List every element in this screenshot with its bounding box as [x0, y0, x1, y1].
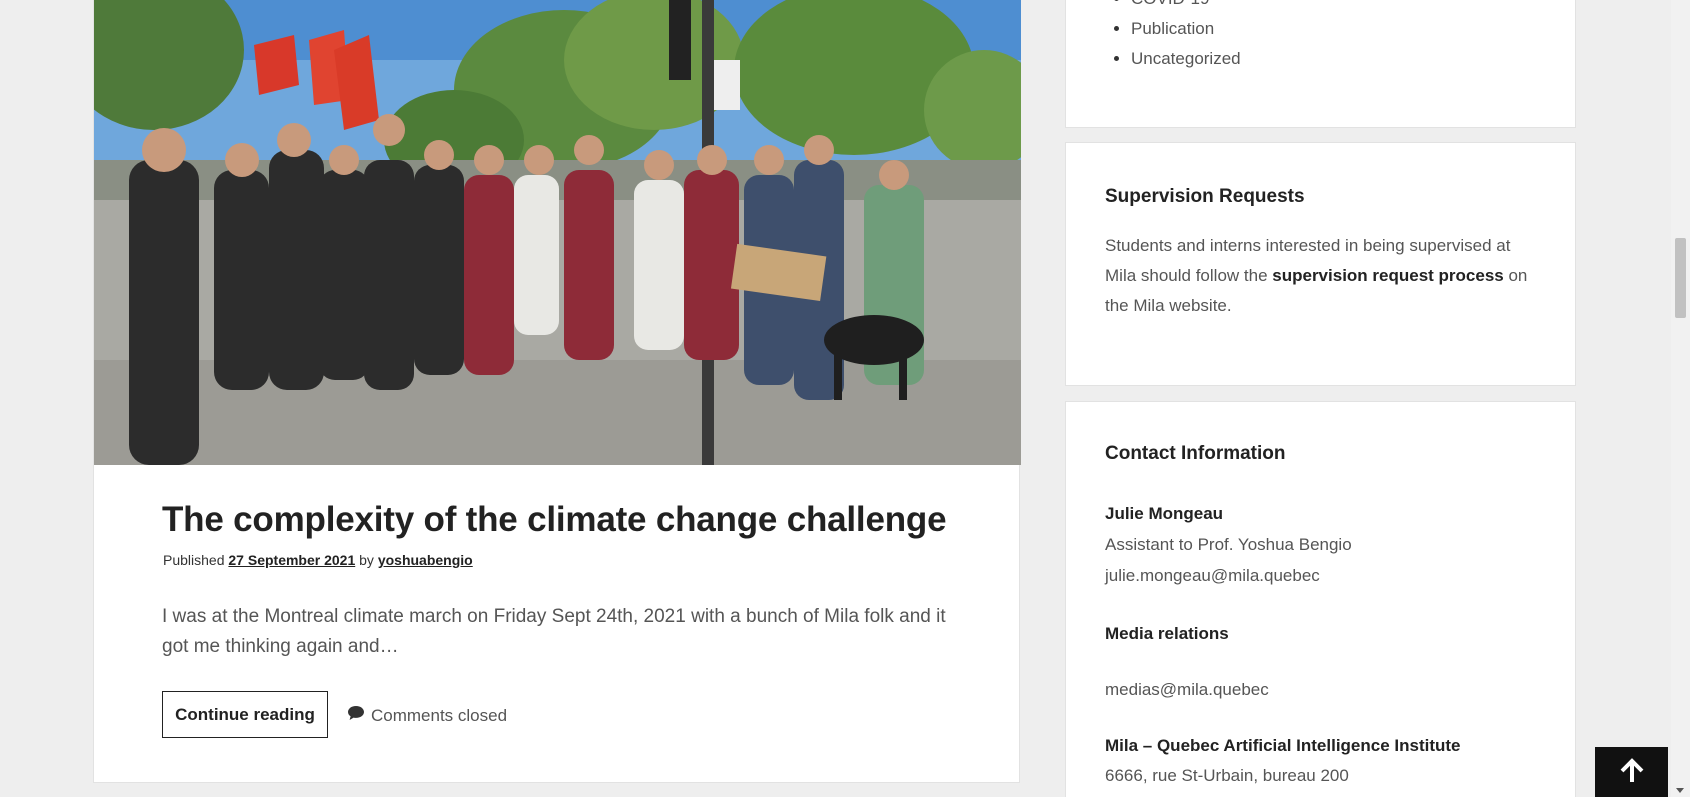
contact-role: Assistant to Prof. Yoshua Bengio: [1105, 535, 1352, 554]
institute-address: 6666, rue St-Urbain, bureau 200: [1105, 766, 1349, 785]
contact-widget: Contact Information Julie Mongeau Assist…: [1065, 401, 1576, 797]
speech-bubble-icon: [347, 705, 365, 726]
continue-reading-button[interactable]: Continue reading: [162, 691, 328, 738]
by-label: by: [359, 552, 374, 568]
author-link[interactable]: yoshuabengio: [378, 552, 473, 568]
categories-widget: COVID-19 Publication Uncategorized: [1065, 0, 1576, 128]
institute-name: Mila – Quebec Artificial Intelligence In…: [1105, 736, 1461, 755]
back-to-top-button[interactable]: [1595, 747, 1668, 797]
scrollbar-thumb[interactable]: [1675, 238, 1686, 318]
category-list: COVID-19 Publication Uncategorized: [1066, 0, 1241, 74]
arrow-up-icon: [1619, 757, 1645, 787]
page-scrollbar[interactable]: [1671, 0, 1690, 797]
page: The complexity of the climate change cha…: [0, 0, 1690, 797]
post-card: The complexity of the climate change cha…: [93, 0, 1021, 783]
supervision-text: Students and interns interested in being…: [1105, 231, 1545, 321]
post-featured-image[interactable]: [94, 0, 1021, 465]
supervision-process-link[interactable]: supervision request process: [1272, 266, 1503, 285]
supervision-widget: Supervision Requests Students and intern…: [1065, 142, 1576, 386]
comments-status: Comments closed: [347, 705, 507, 726]
published-label: Published: [163, 552, 225, 568]
post-meta: Published 27 September 2021 by yoshuaben…: [163, 552, 473, 568]
contact-name: Julie Mongeau: [1105, 504, 1224, 523]
scroll-down-arrow-icon[interactable]: [1676, 788, 1684, 793]
climate-march-photo: [94, 0, 1021, 465]
media-email[interactable]: medias@mila.quebec: [1105, 680, 1269, 700]
supervision-title: Supervision Requests: [1105, 186, 1305, 207]
category-item-uncategorized[interactable]: Uncategorized: [1131, 44, 1241, 74]
post-date-link[interactable]: 27 September 2021: [228, 552, 355, 568]
post-excerpt: I was at the Montreal climate march on F…: [162, 606, 946, 657]
media-relations-title: Media relations: [1105, 624, 1229, 643]
category-item-publication[interactable]: Publication: [1131, 14, 1241, 44]
comments-label: Comments closed: [371, 705, 508, 725]
category-item-partial[interactable]: COVID-19: [1131, 0, 1241, 14]
contact-title: Contact Information: [1105, 443, 1286, 464]
post-title[interactable]: The complexity of the climate change cha…: [162, 500, 947, 540]
contact-email[interactable]: julie.mongeau@mila.quebec: [1105, 566, 1320, 586]
